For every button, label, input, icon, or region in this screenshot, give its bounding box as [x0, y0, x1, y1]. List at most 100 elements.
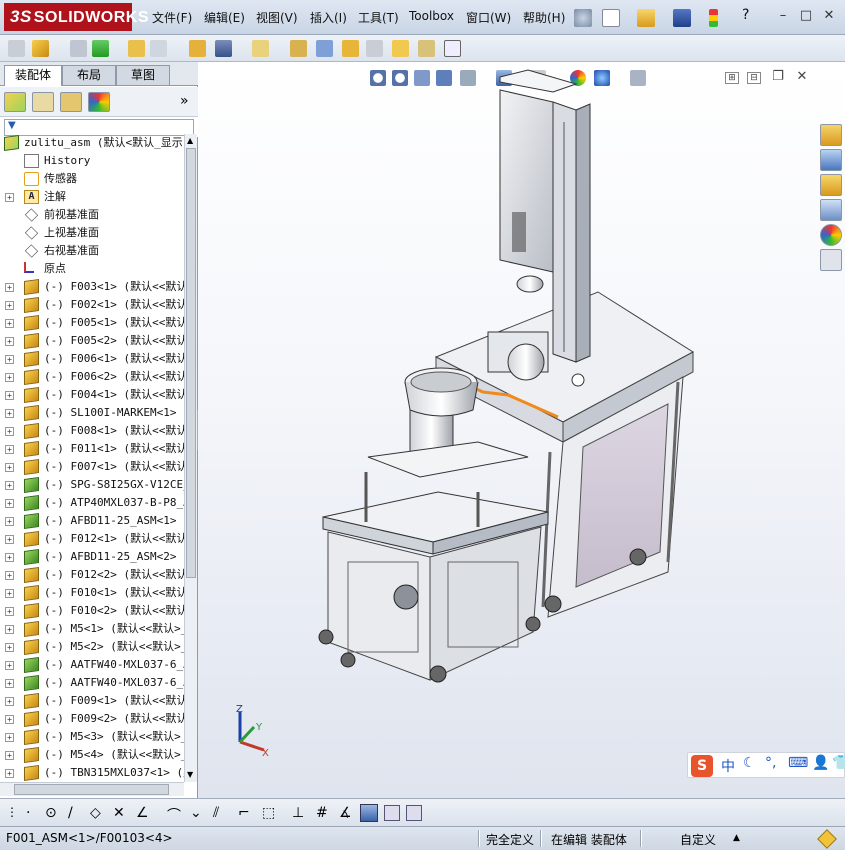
design-library-icon[interactable] [820, 149, 842, 171]
model-3d-view[interactable]: Z Y X [198, 62, 845, 798]
tree-item[interactable]: + (-) M5<2> (默认<<默认>_ [0, 638, 184, 656]
tree-item[interactable]: + (-) AATFW40-MXL037-6_AS [0, 656, 184, 674]
tree-item[interactable]: + (-) F004<1> (默认<<默认 [0, 386, 184, 404]
graphics-viewport[interactable]: ⊞ ⊟ ❐ ✕ Z Y X [198, 62, 845, 798]
tree-item[interactable]: 传感器 [0, 170, 184, 188]
tree-item[interactable]: + (-) F006<2> (默认<<默认 [0, 368, 184, 386]
tree-item[interactable]: 上视基准面 [0, 224, 184, 242]
exploded-view-icon[interactable] [342, 40, 359, 57]
expand-toggle-icon[interactable]: + [5, 697, 14, 706]
line-icon[interactable]: / [68, 805, 84, 821]
new-document-icon[interactable] [602, 9, 620, 27]
sogou-logo-icon[interactable]: S [691, 755, 713, 777]
help-icon[interactable]: ? [742, 7, 749, 23]
expand-toggle-icon[interactable]: + [5, 625, 14, 634]
configuration-manager-icon[interactable] [60, 92, 82, 112]
3d-sketch-icon[interactable] [360, 804, 378, 822]
split-view-icon[interactable] [384, 805, 400, 821]
expand-toggle-icon[interactable]: + [5, 445, 14, 454]
polygon-icon[interactable]: ◇ [90, 805, 106, 821]
save-icon[interactable] [673, 9, 691, 27]
grid-icon[interactable]: # [316, 805, 332, 821]
solidworks-logo[interactable]: 3S SOLIDWORKS [4, 3, 149, 31]
tree-item[interactable]: + A 注解 [0, 188, 184, 206]
expand-toggle-icon[interactable]: + [5, 553, 14, 562]
ime-chinese-mode[interactable]: 中 [721, 756, 735, 776]
hscroll-thumb[interactable] [14, 784, 169, 795]
assembly-features-icon[interactable] [215, 40, 232, 57]
expand-toggle-icon[interactable]: + [5, 715, 14, 724]
expand-toggle-icon[interactable]: + [5, 733, 14, 742]
expand-toggle-icon[interactable]: + [5, 301, 14, 310]
tree-item[interactable]: History [0, 152, 184, 170]
tree-item[interactable]: + (-) F011<1> (默认<<默认 [0, 440, 184, 458]
expand-toggle-icon[interactable]: + [5, 535, 14, 544]
expand-toggle-icon[interactable]: + [5, 481, 14, 490]
menu-view[interactable]: 视图(V) [256, 9, 298, 26]
expand-toggle-icon[interactable]: + [5, 427, 14, 436]
expand-toggle-icon[interactable]: + [5, 517, 14, 526]
filter-icon[interactable]: ▼ [8, 120, 16, 131]
tree-item[interactable]: + (-) F012<1> (默认<<默认 [0, 530, 184, 548]
expand-toggle-icon[interactable]: + [5, 283, 14, 292]
expand-toggle-icon[interactable]: + [5, 607, 14, 616]
menu-help[interactable]: 帮助(H) [523, 9, 565, 26]
tree-item[interactable]: + (-) F009<2> (默认<<默认 [0, 710, 184, 728]
menu-tools[interactable]: 工具(T) [358, 9, 399, 26]
tree-item[interactable]: + (-) F005<2> (默认<<默认 [0, 332, 184, 350]
property-manager-icon[interactable] [32, 92, 54, 112]
point-icon[interactable]: · [26, 805, 42, 821]
expand-toggle-icon[interactable]: + [5, 391, 14, 400]
tab-assembly[interactable]: 装配体 [4, 65, 62, 86]
tree-item[interactable]: + (-) F012<2> (默认<<默认 [0, 566, 184, 584]
expand-panel-icon[interactable]: » [180, 93, 189, 109]
menu-edit[interactable]: 编辑(E) [204, 9, 245, 26]
tree-item[interactable]: + (-) M5<1> (默认<<默认>_ [0, 620, 184, 638]
tree-item[interactable]: + (-) F009<1> (默认<<默认 [0, 692, 184, 710]
tag-icon[interactable] [817, 829, 837, 849]
menu-file[interactable]: 文件(F) [152, 9, 192, 26]
tree-item[interactable]: + (-) M5<4> (默认<<默认>_ [0, 746, 184, 764]
shirt-icon[interactable]: 👕 [832, 755, 845, 771]
menu-toolbox[interactable]: Toolbox [409, 9, 454, 23]
move-component-icon[interactable] [150, 40, 167, 57]
reference-geometry-icon[interactable] [252, 40, 269, 57]
display-manager-icon[interactable] [88, 92, 110, 112]
tree-item[interactable]: 前视基准面 [0, 206, 184, 224]
tree-item[interactable]: 原点 [0, 260, 184, 278]
tree-item[interactable]: + (-) F008<1> (默认<<默认 [0, 422, 184, 440]
tree-root[interactable]: zulitu_asm (默认<默认_显示 [0, 134, 184, 152]
circle-icon[interactable]: ⊙ [45, 805, 61, 821]
angle-icon[interactable]: ∠ [136, 805, 152, 821]
tree-item[interactable]: + (-) F010<2> (默认<<默认 [0, 602, 184, 620]
tree-item[interactable]: 右视基准面 [0, 242, 184, 260]
expand-toggle-icon[interactable]: + [5, 373, 14, 382]
tree-horizontal-scrollbar[interactable] [0, 782, 184, 796]
trim-icon[interactable]: ✕ [113, 805, 129, 821]
angle-relation-icon[interactable]: ∡ [339, 805, 355, 821]
expand-toggle-icon[interactable]: + [5, 679, 14, 688]
expand-toggle-icon[interactable]: + [5, 193, 14, 202]
tree-item[interactable]: + (-) SL100I-MARKEM<1> (默 [0, 404, 184, 422]
show-hidden-icon[interactable] [189, 40, 206, 57]
interference-icon[interactable] [392, 40, 409, 57]
maximize-button[interactable]: □ [797, 8, 815, 24]
expand-toggle-icon[interactable]: + [5, 643, 14, 652]
expand-toggle-icon[interactable]: + [5, 337, 14, 346]
tree-item[interactable]: + (-) TBN315MXL037<1> (默 [0, 764, 184, 782]
extend-icon[interactable]: ⌄ [190, 805, 206, 821]
expand-toggle-icon[interactable]: + [5, 661, 14, 670]
smart-fasteners-icon[interactable] [128, 40, 145, 57]
table-view-icon[interactable] [406, 805, 422, 821]
user-icon[interactable]: 👤 [812, 755, 829, 771]
punctuation-icon[interactable]: °, [765, 755, 776, 771]
offset-icon[interactable]: ⫽ [213, 805, 229, 821]
ime-toolbar[interactable]: S 中 ☾ °, ⌨ 👤 👕 [687, 752, 845, 778]
linear-pattern-icon[interactable] [92, 40, 109, 57]
expand-toggle-icon[interactable]: + [5, 571, 14, 580]
mate-icon[interactable] [70, 40, 87, 57]
units-dropdown-icon[interactable]: ▲ [733, 833, 740, 843]
clearance-icon[interactable] [418, 40, 435, 57]
tree-item[interactable]: + (-) F003<1> (默认<<默认 [0, 278, 184, 296]
tree-item[interactable]: + (-) F002<1> (默认<<默认 [0, 296, 184, 314]
